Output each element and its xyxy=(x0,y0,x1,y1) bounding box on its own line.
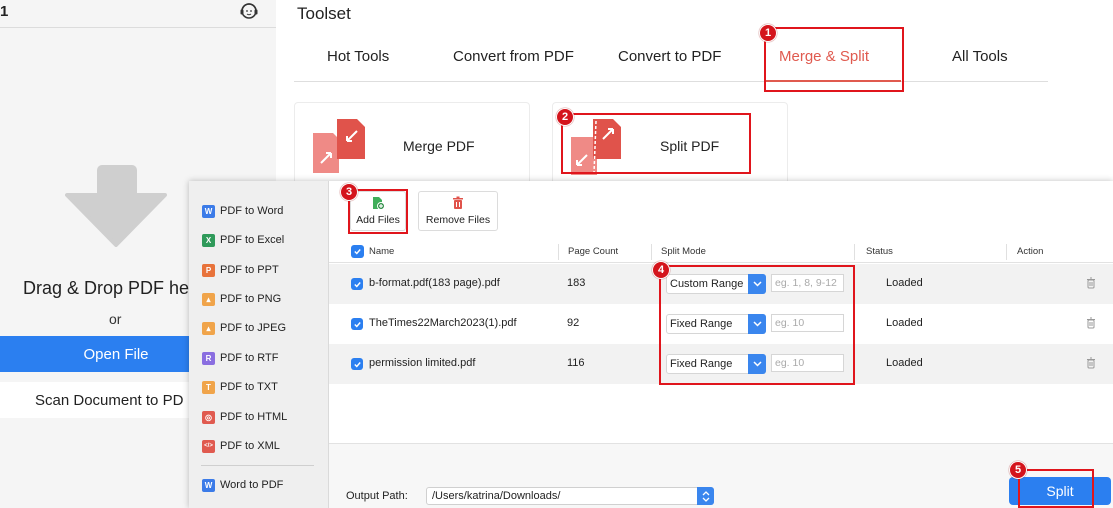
remove-files-button[interactable]: Remove Files xyxy=(418,191,498,231)
header-action: Action xyxy=(1017,246,1044,257)
tab-convert-from-pdf[interactable]: Convert from PDF xyxy=(453,48,574,65)
or-text: or xyxy=(109,311,122,327)
dialog-toolbar: Add Files Remove Files xyxy=(329,181,1113,241)
trash-icon[interactable] xyxy=(1086,317,1096,329)
column-separator xyxy=(1006,244,1007,260)
left-top-number: 1 xyxy=(0,3,9,20)
row-checkbox[interactable] xyxy=(351,358,363,370)
split-pdf-dialog: W PDF to Word X PDF to Excel P PDF to PP… xyxy=(189,181,1113,508)
sidebar-item-label: PDF to JPEG xyxy=(220,322,287,334)
step-badge-1: 1 xyxy=(759,24,777,42)
tab-hot-tools[interactable]: Hot Tools xyxy=(327,48,389,65)
dialog-footer: Output Path: /Users/katrina/Downloads/ xyxy=(329,443,1113,508)
ppt-icon: P xyxy=(202,263,215,277)
column-separator xyxy=(651,244,652,260)
merge-pdf-card[interactable]: Merge PDF xyxy=(294,102,530,192)
highlight-box-2 xyxy=(561,113,751,174)
sidebar-item-label: PDF to TXT xyxy=(220,381,278,393)
toolset-tabs: Hot Tools Convert from PDF Convert to PD… xyxy=(294,38,1048,82)
header-split-mode: Split Mode xyxy=(661,246,706,257)
remove-files-label: Remove Files xyxy=(425,214,491,226)
header-status: Status xyxy=(866,246,893,257)
file-name: permission limited.pdf xyxy=(369,357,476,369)
step-badge-4: 4 xyxy=(652,261,670,279)
file-name: b-format.pdf(183 page).pdf xyxy=(369,277,500,289)
headset-support-icon[interactable] xyxy=(238,0,260,22)
merge-pdf-label: Merge PDF xyxy=(403,138,475,154)
sidebar-item-pdf-to-html[interactable]: ◎ PDF to HTML xyxy=(202,408,287,426)
sidebar-item-pdf-to-xml[interactable]: </> PDF to XML xyxy=(202,437,280,455)
page-count: 92 xyxy=(567,317,580,329)
sidebar-item-word-to-pdf[interactable]: W Word to PDF xyxy=(202,476,283,494)
tab-all-tools[interactable]: All Tools xyxy=(952,48,1008,65)
page-count: 183 xyxy=(567,277,586,289)
header-page-count: Page Count xyxy=(568,246,619,257)
image-icon: ▴ xyxy=(202,321,215,335)
header-name: Name xyxy=(369,246,395,257)
sidebar-item-label: PDF to PNG xyxy=(220,293,282,305)
row-checkbox[interactable] xyxy=(351,278,363,290)
sidebar-item-pdf-to-excel[interactable]: X PDF to Excel xyxy=(202,231,284,249)
sidebar-item-label: PDF to Word xyxy=(220,205,284,217)
sidebar-item-pdf-to-jpeg[interactable]: ▴ PDF to JPEG xyxy=(202,319,286,337)
excel-icon: X xyxy=(202,233,215,247)
row-checkbox[interactable] xyxy=(351,318,363,330)
output-path-select[interactable]: /Users/katrina/Downloads/ xyxy=(426,487,714,505)
left-top-bar: 1 xyxy=(0,0,276,28)
xml-icon: </> xyxy=(202,439,215,453)
sidebar-item-pdf-to-rtf[interactable]: R PDF to RTF xyxy=(202,349,278,367)
word-icon: W xyxy=(202,478,215,492)
highlight-box-1 xyxy=(764,27,904,92)
highlight-box-4 xyxy=(659,265,855,385)
trash-icon xyxy=(453,196,463,209)
sidebar-item-label: PDF to XML xyxy=(220,440,280,452)
sidebar-divider xyxy=(201,465,314,466)
output-path-label: Output Path: xyxy=(346,490,408,502)
sidebar-item-label: PDF to Excel xyxy=(220,234,285,246)
sidebar-item-pdf-to-ppt[interactable]: P PDF to PPT xyxy=(202,261,279,279)
trash-icon[interactable] xyxy=(1086,277,1096,289)
file-name: TheTimes22March2023(1).pdf xyxy=(369,317,517,329)
tab-convert-to-pdf[interactable]: Convert to PDF xyxy=(618,48,721,65)
sidebar-item-label: Word to PDF xyxy=(220,479,284,491)
sidebar-item-pdf-to-png[interactable]: ▴ PDF to PNG xyxy=(202,290,281,308)
html-icon: ◎ xyxy=(202,410,215,424)
step-badge-2: 2 xyxy=(556,108,574,126)
column-separator xyxy=(558,244,559,260)
conversion-sidebar: W PDF to Word X PDF to Excel P PDF to PP… xyxy=(189,181,329,508)
drop-arrow-icon xyxy=(65,165,167,247)
image-icon: ▴ xyxy=(202,292,215,306)
sidebar-item-label: PDF to HTML xyxy=(220,411,288,423)
select-all-checkbox[interactable] xyxy=(351,245,364,258)
step-badge-5: 5 xyxy=(1009,461,1027,479)
sidebar-item-label: PDF to RTF xyxy=(220,352,279,364)
output-path-value: /Users/katrina/Downloads/ xyxy=(432,490,561,502)
page-count: 116 xyxy=(567,357,585,369)
status-text: Loaded xyxy=(886,357,923,369)
merge-pdf-icon xyxy=(313,119,365,173)
status-text: Loaded xyxy=(886,277,923,289)
column-separator xyxy=(854,244,855,260)
toolset-title: Toolset xyxy=(297,4,351,23)
status-text: Loaded xyxy=(886,317,923,329)
word-icon: W xyxy=(202,204,215,218)
txt-icon: T xyxy=(202,380,215,394)
rtf-icon: R xyxy=(202,351,215,365)
highlight-box-5 xyxy=(1018,469,1094,508)
sidebar-item-label: PDF to PPT xyxy=(220,264,279,276)
sidebar-item-pdf-to-word[interactable]: W PDF to Word xyxy=(202,202,283,220)
step-badge-3: 3 xyxy=(340,183,358,201)
updown-chevron-icon xyxy=(697,487,714,505)
file-table-header: Name Page Count Split Mode Status Action xyxy=(329,241,1113,263)
trash-icon[interactable] xyxy=(1086,357,1096,369)
drag-drop-text: Drag & Drop PDF he xyxy=(23,278,190,298)
sidebar-item-pdf-to-txt[interactable]: T PDF to TXT xyxy=(202,378,278,396)
